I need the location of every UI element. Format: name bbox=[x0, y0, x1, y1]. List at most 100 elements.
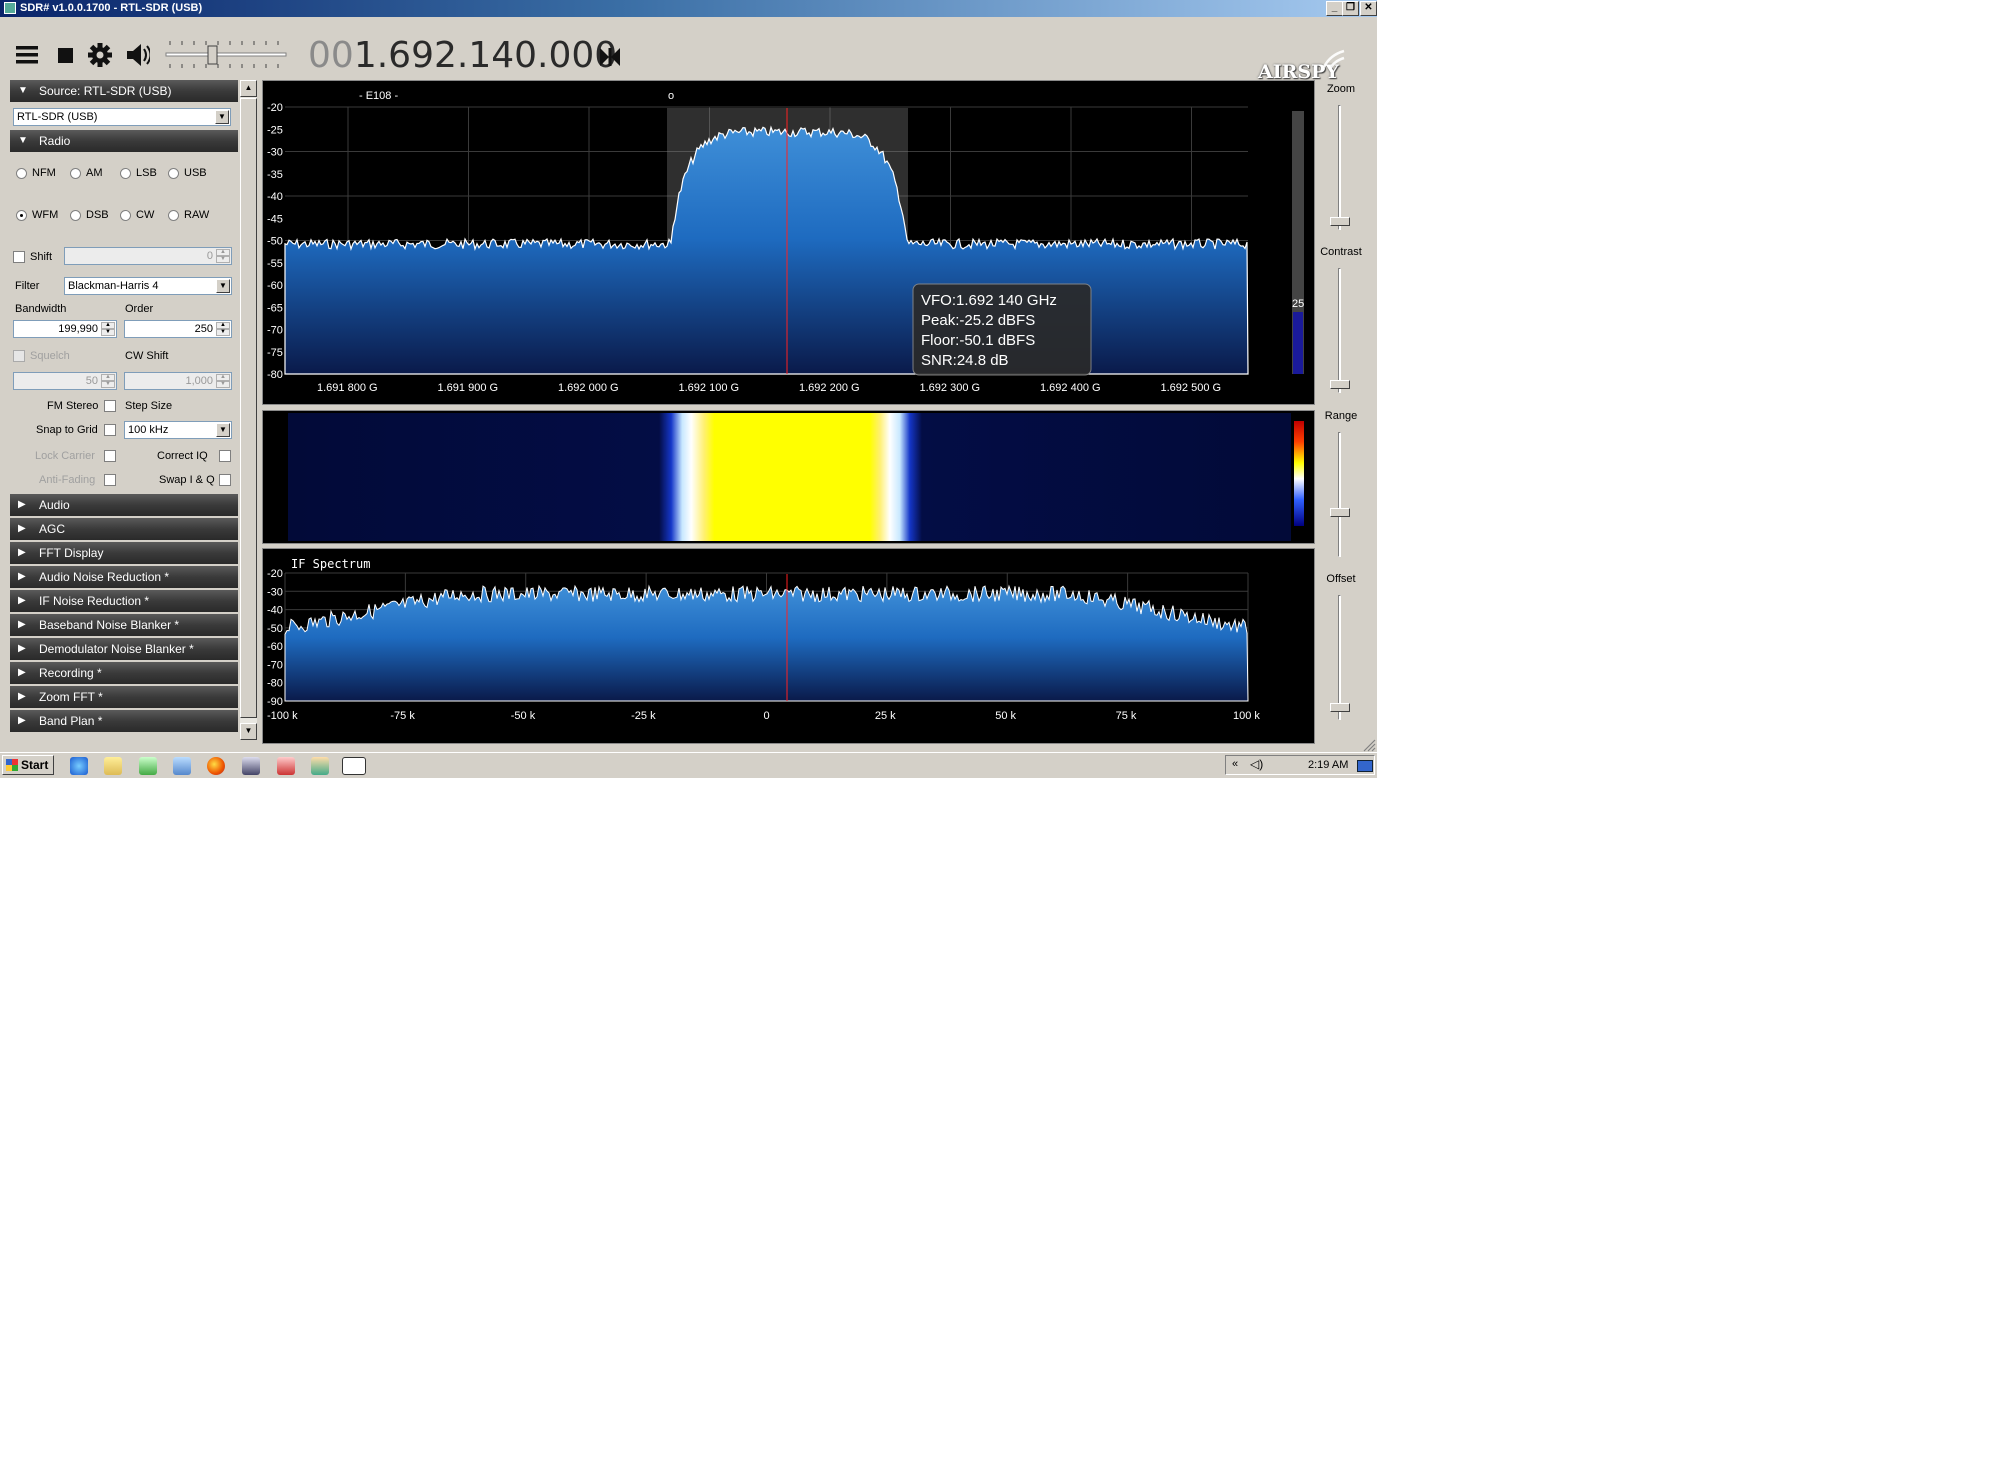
filter-select[interactable]: Blackman-Harris 4 ▼ bbox=[64, 277, 232, 295]
contrast-slider[interactable] bbox=[1330, 268, 1350, 393]
if-db-tick-label: -60 bbox=[267, 641, 283, 653]
mode-nfm-radio[interactable] bbox=[16, 168, 27, 179]
hamburger-menu-icon[interactable] bbox=[14, 42, 40, 68]
show-desktop-icon[interactable] bbox=[1357, 760, 1373, 772]
shift-checkbox[interactable] bbox=[13, 251, 25, 263]
correctiq-checkbox[interactable] bbox=[219, 450, 231, 462]
scroll-down-button[interactable]: ▼ bbox=[240, 723, 257, 740]
tooltip-floor: Floor:-50.1 dBFS bbox=[921, 332, 1035, 349]
cwshift-input[interactable]: 1,000 ▲ ▼ bbox=[124, 372, 232, 390]
spectrum-panel[interactable]: - E108 - o -20 -25 -30 -35 -40 -45 -50 -55 -60 -6… bbox=[262, 80, 1315, 405]
source-section-header[interactable]: ▼ Source: RTL-SDR (USB) bbox=[10, 80, 238, 102]
resize-grip-icon[interactable] bbox=[1362, 738, 1376, 752]
section-zoom-fft[interactable]: ▶ Zoom FFT * bbox=[10, 686, 238, 708]
task-manager-icon[interactable] bbox=[139, 757, 157, 775]
if-freq-tick-label: -50 k bbox=[511, 710, 536, 722]
section-fft-display[interactable]: ▶ FFT Display bbox=[10, 542, 238, 564]
search-icon[interactable] bbox=[242, 757, 260, 775]
step-size-select[interactable]: 100 kHz ▼ bbox=[124, 421, 232, 439]
mode-usb-radio[interactable] bbox=[168, 168, 179, 179]
section-if-noise-reduction[interactable]: ▶ IF Noise Reduction * bbox=[10, 590, 238, 612]
tune-step-icon[interactable] bbox=[598, 46, 622, 68]
network-icon[interactable] bbox=[173, 757, 191, 775]
mode-raw-radio[interactable] bbox=[168, 210, 179, 221]
filter-label: Filter bbox=[15, 280, 40, 292]
spectrum-plot[interactable]: - E108 - o -20 -25 -30 -35 -40 -45 -50 -55 -60 -6… bbox=[263, 81, 1314, 404]
waterfall-panel[interactable] bbox=[262, 410, 1315, 544]
section-recording[interactable]: ▶ Recording * bbox=[10, 662, 238, 684]
zoom-slider[interactable] bbox=[1330, 105, 1350, 230]
if-db-tick-label: -40 bbox=[267, 605, 283, 617]
squelch-value: 50 bbox=[85, 375, 98, 387]
lockcarrier-checkbox[interactable] bbox=[104, 450, 116, 462]
antifading-checkbox[interactable] bbox=[104, 474, 116, 486]
if-freq-tick-label: -100 k bbox=[267, 710, 298, 722]
mode-wfm-radio[interactable] bbox=[16, 210, 27, 221]
scroll-thumb[interactable] bbox=[240, 98, 257, 718]
waterfall-color-scale bbox=[1294, 421, 1304, 526]
if-spectrum-plot[interactable]: IF Spectrum -20 -30 -40 -50 -60 -70 -80 -90 -100… bbox=[263, 549, 1314, 743]
paint-icon[interactable] bbox=[311, 757, 329, 775]
shift-input[interactable]: 0 ▲ ▼ bbox=[64, 247, 232, 265]
minimize-button[interactable]: _ bbox=[1326, 1, 1343, 16]
mode-usb-label: USB bbox=[184, 167, 207, 179]
section-label: Baseband Noise Blanker * bbox=[39, 618, 180, 632]
scroll-up-button[interactable]: ▲ bbox=[240, 80, 257, 97]
source-device-value: RTL-SDR (USB) bbox=[17, 111, 98, 123]
mode-lsb-label: LSB bbox=[136, 167, 157, 179]
offset-slider[interactable] bbox=[1330, 595, 1350, 720]
close-button[interactable]: ✕ bbox=[1360, 1, 1377, 16]
if-spectrum-panel[interactable]: IF Spectrum -20 -30 -40 -50 -60 -70 -80 -90 -100… bbox=[262, 548, 1315, 744]
swapiq-checkbox[interactable] bbox=[219, 474, 231, 486]
snap-to-grid-checkbox[interactable] bbox=[104, 424, 116, 436]
stop-icon[interactable] bbox=[52, 42, 78, 68]
db-tick-label: -65 bbox=[267, 302, 283, 314]
tray-expand-icon[interactable]: « bbox=[1232, 758, 1238, 770]
squelch-checkbox[interactable] bbox=[13, 350, 25, 362]
gear-icon[interactable] bbox=[86, 41, 112, 67]
if-spectrum-title: IF Spectrum bbox=[291, 557, 370, 571]
radio-header-label: Radio bbox=[39, 134, 71, 148]
bandwidth-input[interactable]: 199,990 ▲ ▼ bbox=[13, 320, 117, 338]
section-baseband-noise-blanker[interactable]: ▶ Baseband Noise Blanker * bbox=[10, 614, 238, 636]
freq-tick-label: 1.691 800 G bbox=[317, 382, 378, 394]
section-audio-noise-reduction[interactable]: ▶ Audio Noise Reduction * bbox=[10, 566, 238, 588]
section-agc[interactable]: ▶ AGC bbox=[10, 518, 238, 540]
range-slider[interactable] bbox=[1330, 432, 1350, 557]
folder-icon[interactable] bbox=[104, 757, 122, 775]
clock[interactable]: 2:19 AM bbox=[1308, 759, 1348, 771]
snr-meter-fill bbox=[1293, 312, 1303, 374]
section-demodulator-noise-blanker[interactable]: ▶ Demodulator Noise Blanker * bbox=[10, 638, 238, 660]
start-button[interactable]: Start bbox=[2, 755, 54, 775]
db-tick-label: -40 bbox=[267, 191, 283, 203]
firefox-icon[interactable] bbox=[207, 757, 225, 775]
order-value: 250 bbox=[194, 323, 213, 335]
frequency-display[interactable]: 001.692.140.000 bbox=[308, 35, 617, 76]
source-device-select[interactable]: RTL-SDR (USB) ▼ bbox=[13, 108, 231, 126]
squelch-input[interactable]: 50 ▲ ▼ bbox=[13, 372, 117, 390]
order-input[interactable]: 250 ▲ ▼ bbox=[124, 320, 232, 338]
mode-dsb-label: DSB bbox=[86, 209, 109, 221]
mode-cw-radio[interactable] bbox=[120, 210, 131, 221]
tooltip-peak: Peak:-25.2 dBFS bbox=[921, 312, 1035, 329]
fmstereo-checkbox[interactable] bbox=[104, 400, 116, 412]
speaker-icon[interactable] bbox=[124, 41, 150, 67]
toolbox-icon[interactable] bbox=[277, 757, 295, 775]
tooltip-vfo: VFO:1.692 140 GHz bbox=[921, 292, 1057, 309]
section-label: AGC bbox=[39, 522, 66, 536]
volume-tray-icon[interactable]: ◁) bbox=[1250, 757, 1263, 771]
restore-button[interactable]: ❐ bbox=[1342, 1, 1359, 16]
db-tick-label: -45 bbox=[267, 213, 283, 225]
sdrsharp-icon[interactable] bbox=[342, 757, 366, 775]
radio-section-header[interactable]: ▼ Radio bbox=[10, 130, 238, 152]
mode-lsb-radio[interactable] bbox=[120, 168, 131, 179]
mode-dsb-radio[interactable] bbox=[70, 210, 81, 221]
windows-flag-icon bbox=[6, 759, 18, 771]
mode-am-radio[interactable] bbox=[70, 168, 81, 179]
section-band-plan[interactable]: ▶ Band Plan * bbox=[10, 710, 238, 732]
db-tick-label: -60 bbox=[267, 280, 283, 292]
volume-slider[interactable] bbox=[164, 37, 292, 73]
ie-icon[interactable] bbox=[70, 757, 88, 775]
left-panel-scrollbar[interactable]: ▲ ▼ bbox=[240, 80, 257, 740]
section-audio[interactable]: ▶ Audio bbox=[10, 494, 238, 516]
